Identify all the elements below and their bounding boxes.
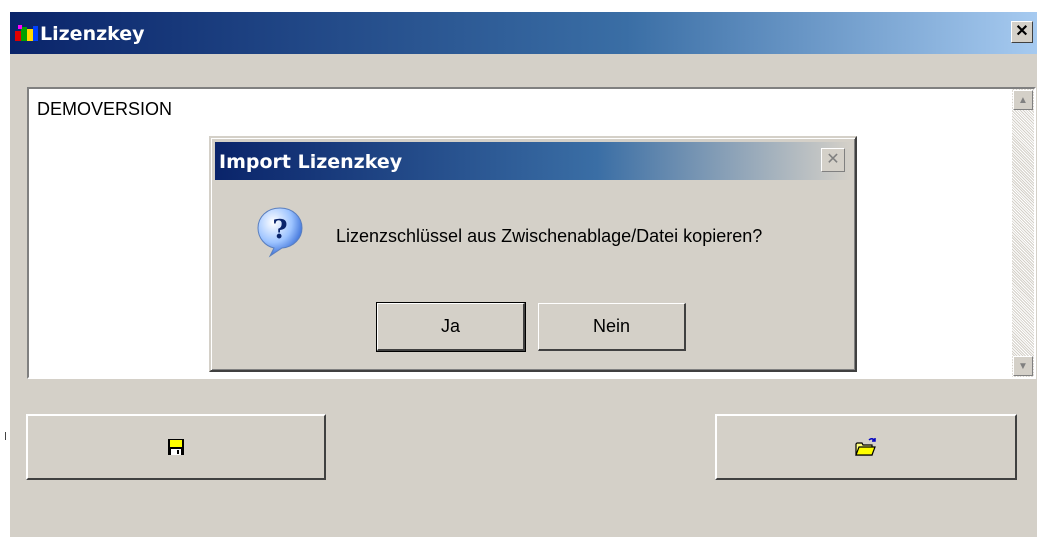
- close-button[interactable]: ✕: [1011, 21, 1033, 43]
- save-button[interactable]: [26, 414, 326, 480]
- app-colorful-icon: [15, 25, 38, 41]
- title-bar[interactable]: Lizenzkey ✕: [10, 12, 1037, 54]
- scroll-down-button[interactable]: ▼: [1013, 356, 1033, 376]
- dialog-close-icon: ✕: [826, 151, 840, 168]
- scroll-up-button[interactable]: ▲: [1013, 90, 1033, 110]
- floppy-disk-icon: [168, 439, 184, 455]
- import-dialog: Import Lizenzkey ✕ ? Lizenzschlüssel aus…: [209, 136, 857, 372]
- scroll-up-icon: ▲: [1018, 94, 1028, 106]
- window-title: Lizenzkey: [40, 23, 145, 45]
- scroll-down-icon: ▼: [1018, 360, 1028, 372]
- open-button[interactable]: [715, 414, 1017, 480]
- question-icon: ?: [257, 207, 303, 258]
- license-text: DEMOVERSION: [37, 99, 173, 119]
- dialog-title: Import Lizenzkey: [219, 151, 403, 173]
- no-button[interactable]: Nein: [538, 303, 686, 351]
- license-window: Lizenzkey ✕ DEMOVERSION ▲ ▼ Import Lizen…: [10, 12, 1037, 537]
- dialog-message: Lizenzschlüssel aus Zwischenablage/Datei…: [336, 226, 763, 246]
- dialog-title-bar[interactable]: Import Lizenzkey ✕: [215, 142, 851, 180]
- yes-button-label: Ja: [440, 316, 460, 336]
- edge-mark: [5, 432, 6, 440]
- dialog-close-button[interactable]: ✕: [821, 148, 845, 172]
- open-folder-icon: [855, 437, 876, 456]
- vertical-scrollbar[interactable]: ▲ ▼: [1012, 89, 1034, 377]
- no-button-label: Nein: [592, 316, 631, 336]
- yes-button[interactable]: Ja: [376, 302, 526, 352]
- svg-text:?: ?: [272, 215, 287, 245]
- close-icon: ✕: [1015, 23, 1029, 40]
